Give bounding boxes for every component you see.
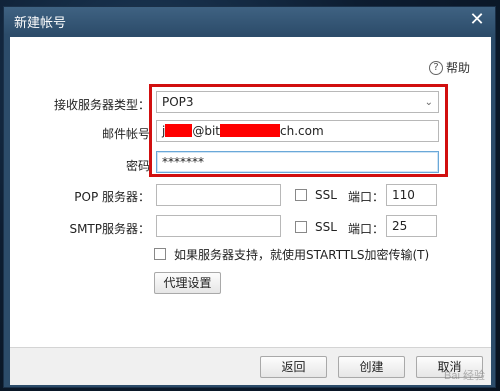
smtp-server-input[interactable]	[156, 215, 281, 237]
help-icon: ?	[429, 60, 443, 75]
pop-port-input[interactable]: 110	[386, 184, 437, 206]
smtp-ssl-checkbox[interactable]	[295, 221, 307, 233]
create-button[interactable]: 创建	[338, 356, 405, 378]
help-link[interactable]: ? 帮助	[429, 59, 470, 76]
starttls-label: 如果服务器支持，就使用STARTTLS加密传输(T)	[174, 248, 430, 262]
pop-server-input[interactable]	[156, 184, 281, 206]
watermark: Bai 经验	[444, 370, 485, 382]
help-label: 帮助	[446, 61, 471, 75]
smtp-port-value: 25	[392, 219, 408, 233]
back-button[interactable]: 返回	[260, 356, 327, 378]
dialog-footer: 返回 创建 取消 Bai 经验	[10, 347, 491, 385]
new-account-dialog: 新建帐号 ✕ ? 帮助 接收服务器类型： POP3 ⌄ 邮件帐号 j @bit ch…	[3, 6, 496, 388]
dialog-title: 新建帐号	[14, 16, 67, 31]
smtp-port-input[interactable]: 25	[386, 215, 437, 237]
smtp-ssl-label: SSL	[315, 220, 337, 234]
starttls-checkbox[interactable]	[154, 248, 166, 260]
proxy-settings-button[interactable]: 代理设置	[154, 272, 221, 294]
title-bar: 新建帐号 ✕	[4, 7, 495, 35]
pop-server-label: POP 服务器：	[74, 190, 150, 204]
server-type-label: 接收服务器类型：	[53, 98, 150, 112]
pop-ssl-label: SSL	[315, 188, 337, 202]
smtp-server-label: SMTP服务器：	[69, 222, 150, 236]
smtp-port-label: 端口：	[348, 222, 385, 236]
pop-port-value: 110	[392, 188, 415, 202]
dialog-body: ? 帮助 接收服务器类型： POP3 ⌄ 邮件帐号 j @bit ch.com 密码…	[10, 37, 491, 347]
pop-port-label: 端口：	[348, 190, 385, 204]
highlight-annotation	[149, 84, 448, 177]
password-label: 密码	[125, 159, 150, 173]
pop-ssl-checkbox[interactable]	[295, 189, 307, 201]
close-icon[interactable]: ✕	[468, 10, 486, 30]
email-label: 邮件帐号	[101, 127, 150, 141]
